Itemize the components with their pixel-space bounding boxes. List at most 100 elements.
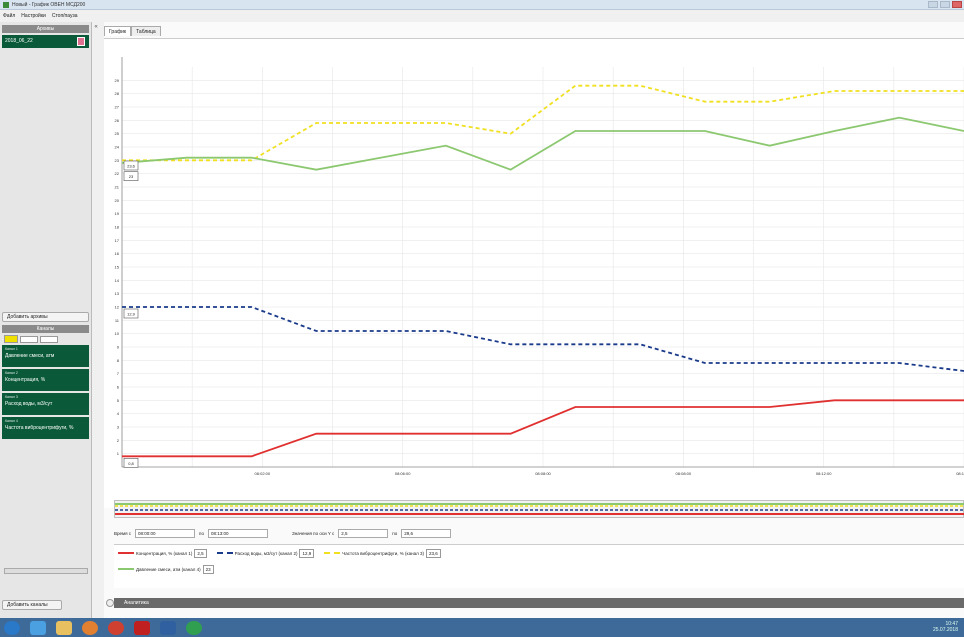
- app-icon: [3, 1, 9, 8]
- x-tick-label: 08:08:00: [676, 471, 692, 476]
- legend-value: 2,5: [194, 548, 207, 558]
- minimize-button[interactable]: [928, 1, 938, 8]
- chart-area[interactable]: 1 2 3 4 5 6 7 8 9 10 11 12 13 14 15 16 17 18 19 20 21 22 23 24 2…: [104, 38, 964, 508]
- add-channel-button[interactable]: Добавить каналы: [2, 600, 62, 610]
- menu-file[interactable]: Файл: [3, 13, 15, 19]
- analytics-label: Аналитика: [124, 600, 149, 606]
- tab-chart[interactable]: График: [104, 26, 132, 36]
- menu-settings[interactable]: Настройки: [21, 13, 46, 19]
- channel-tag: Канал 3: [5, 395, 18, 399]
- pdf-icon[interactable]: [134, 620, 150, 635]
- legend-item[interactable]: Расход воды, м3/сут (канал 2) 12,9: [216, 548, 315, 558]
- channel-item[interactable]: Канал 1 Давление смеси, атм: [2, 345, 89, 367]
- y-tick-label: 11: [115, 318, 120, 323]
- title-bar: Новый - График ОВЕН МСД200: [0, 0, 964, 10]
- y-tick-label: 15: [115, 265, 120, 270]
- value-label: Значения по оси Y с: [292, 530, 335, 536]
- y-tick-label: 1: [117, 451, 120, 456]
- legend-swatch: [216, 552, 233, 554]
- value-from-input[interactable]: 2,5: [338, 528, 389, 538]
- menu-stop[interactable]: Стоп/пауза: [52, 13, 78, 19]
- explorer-icon[interactable]: [56, 620, 72, 635]
- channel-item[interactable]: Канал 4 Частота виброцентрифуги, %: [2, 417, 89, 439]
- value-marker-label: 23,6: [127, 164, 136, 169]
- maximize-button[interactable]: [940, 1, 950, 8]
- close-button[interactable]: [952, 1, 962, 8]
- ie-icon[interactable]: [30, 620, 46, 635]
- line-width-select[interactable]: [40, 335, 58, 343]
- channel-name: Давление смеси, атм: [5, 353, 55, 359]
- analytics-panel-header[interactable]: Аналитика: [106, 598, 964, 608]
- legend-item[interactable]: Давление смеси, атм (канал 4) 23: [118, 564, 214, 574]
- channel-tag: Канал 2: [5, 371, 18, 375]
- legend-swatch: [324, 552, 341, 554]
- legend-item[interactable]: Концентрация, % (канал 1) 2,5: [118, 548, 207, 558]
- y-tick-label: 28: [115, 91, 120, 96]
- archive-item-label: 2018_06_22: [5, 38, 33, 44]
- channel-item[interactable]: Канал 3 Расход воды, м3/сут: [2, 393, 89, 415]
- y-tick-label: 29: [115, 78, 120, 83]
- value-marker-label: 12,9: [127, 312, 136, 317]
- view-tabs: График Таблица: [104, 26, 161, 36]
- add-archive-button[interactable]: Добавить архивы: [2, 312, 89, 322]
- y-tick-label: 25: [115, 131, 120, 136]
- y-tick-label: 27: [115, 105, 120, 110]
- chrome-icon[interactable]: [108, 620, 124, 635]
- y-tick-label: 14: [115, 278, 120, 283]
- collapse-sidebar-icon[interactable]: «: [92, 24, 100, 32]
- y-tick-label: 19: [115, 211, 120, 216]
- x-tick-label: 08:12:00: [956, 471, 964, 476]
- y-tick-label: 12: [115, 305, 120, 310]
- expand-icon[interactable]: [106, 599, 114, 607]
- tab-table[interactable]: Таблица: [131, 26, 161, 36]
- sidebar: Архивы 2018_06_22 Добавить архивы Каналы…: [0, 22, 92, 618]
- time-to-input[interactable]: 08:13:00: [208, 528, 268, 538]
- time-to-label: по: [199, 530, 204, 536]
- y-tick-label: 13: [115, 291, 120, 296]
- time-label: Время с: [114, 530, 132, 536]
- x-tick-label: 08:06:00: [395, 471, 411, 476]
- media-icon[interactable]: [82, 620, 98, 635]
- y-tick-label: 22: [115, 171, 120, 176]
- y-tick-label: 26: [115, 118, 120, 123]
- color-swatch[interactable]: [4, 335, 18, 343]
- y-tick-label: 2: [117, 438, 120, 443]
- app-task-icon[interactable]: [160, 620, 176, 635]
- y-tick-label: 7: [117, 371, 120, 376]
- delete-archive-icon[interactable]: [77, 37, 85, 46]
- channel-name: Концентрация, %: [5, 377, 46, 383]
- system-tray: 10:47 25.07.2018: [933, 621, 958, 633]
- x-tick-label: 08:08:00: [535, 471, 551, 476]
- legend-swatch: [118, 552, 134, 554]
- sidebar-scrollbar[interactable]: [4, 568, 88, 574]
- window-controls: [928, 1, 962, 8]
- time-from-input[interactable]: 08:00:00: [135, 528, 196, 538]
- legend-row: Концентрация, % (канал 1) 2,5 Расход вод…: [114, 545, 964, 561]
- channel-name: Расход воды, м3/сут: [5, 401, 53, 407]
- start-button-icon[interactable]: [4, 620, 20, 635]
- line-style-select[interactable]: [20, 335, 38, 343]
- main-area: График Таблица 1 2 3 4 5 6 7 8 9 10 11 12 13 14 15 16 17…: [104, 22, 964, 618]
- owen-app-icon[interactable]: [186, 620, 202, 635]
- channel-tag: Канал 1: [5, 347, 18, 351]
- archive-item[interactable]: 2018_06_22: [2, 35, 89, 48]
- y-tick-label: 17: [115, 238, 120, 243]
- line-chart[interactable]: 1234567891011121314151617181920212223242…: [104, 39, 964, 494]
- legend-item[interactable]: Частота виброцентрифуги, % (канал 3) 23,…: [324, 548, 441, 558]
- navigator-preview: [115, 503, 964, 515]
- y-tick-label: 8: [117, 358, 120, 363]
- y-tick-label: 3: [117, 425, 120, 430]
- legend-row: Давление смеси, атм (канал 4) 23: [114, 561, 964, 577]
- value-to-label: по: [392, 530, 398, 536]
- range-controls: Время с 08:00:00 по 08:13:00 Значения по…: [114, 528, 452, 538]
- legend-value: 23,6: [425, 548, 441, 558]
- legend-swatch: [118, 568, 134, 570]
- value-to-input[interactable]: 29,6: [401, 528, 452, 538]
- y-tick-label: 16: [115, 251, 120, 256]
- y-tick-label: 18: [115, 225, 120, 230]
- value-marker-label: 23: [129, 174, 134, 179]
- channel-tag: Канал 4: [5, 419, 18, 423]
- chart-legend: Концентрация, % (канал 1) 2,5 Расход вод…: [114, 544, 964, 588]
- channel-item[interactable]: Канал 2 Концентрация, %: [2, 369, 89, 391]
- chart-navigator[interactable]: [114, 500, 964, 518]
